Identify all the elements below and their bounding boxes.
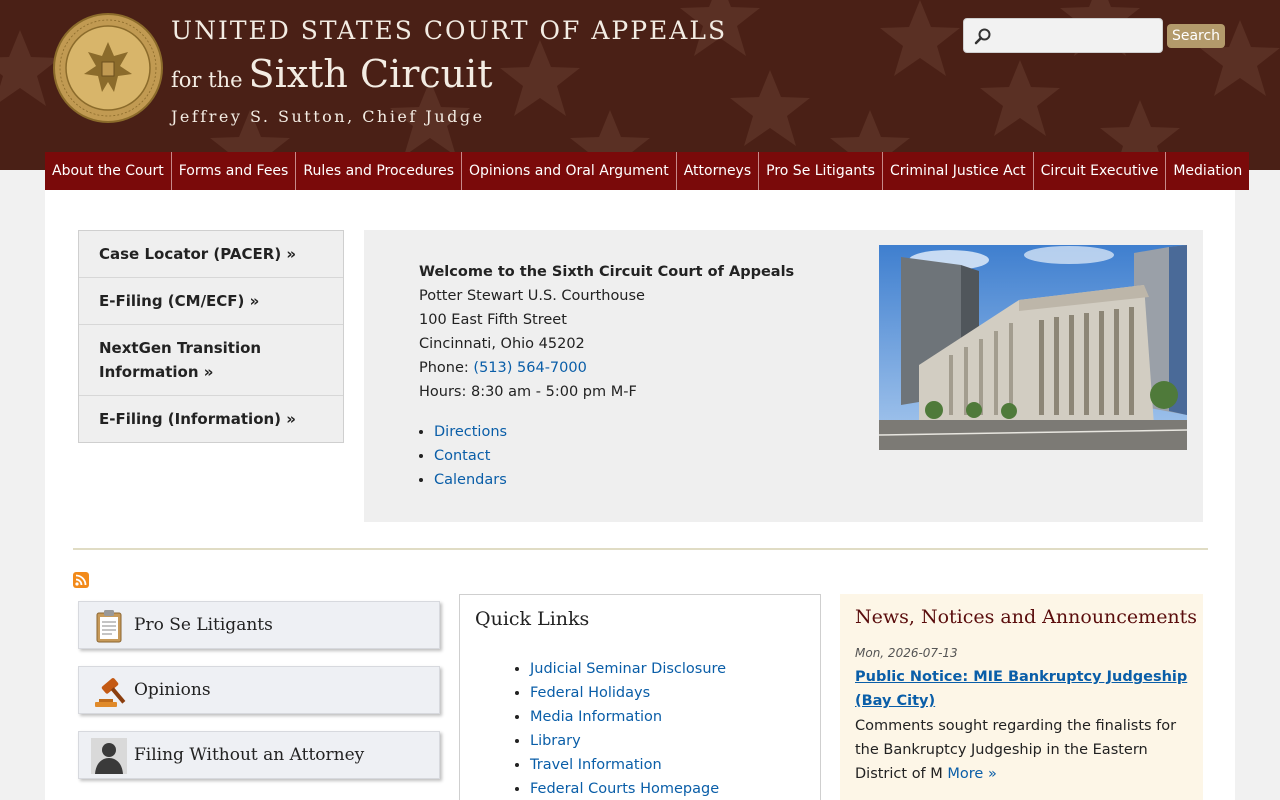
news-headline-link[interactable]: Public Notice: MIE Bankruptcy Judgeship … — [855, 665, 1190, 713]
news-panel: News, Notices and Announcements Mon, 202… — [840, 594, 1203, 800]
site-title-for-the: for the — [171, 68, 243, 92]
quick-access-menu: Case Locator (PACER) » E-Filing (CM/ECF)… — [78, 230, 344, 443]
filing-without-attorney-label: Filing Without an Attorney — [134, 745, 365, 765]
person-silhouette-icon — [91, 738, 127, 774]
court-address-block: Welcome to the Sixth Circuit Court of Ap… — [419, 260, 794, 404]
search-box[interactable] — [963, 18, 1163, 53]
nav-attorneys[interactable]: Attorneys — [677, 152, 760, 190]
media-information-link[interactable]: Media Information — [530, 709, 662, 725]
main-content: Case Locator (PACER) » E-Filing (CM/ECF)… — [45, 190, 1235, 800]
news-more-link[interactable]: More » — [947, 766, 996, 782]
e-filing-information-link[interactable]: E-Filing (Information) » — [79, 396, 343, 442]
e-filing-cm-ecf-link[interactable]: E-Filing (CM/ECF) » — [79, 278, 343, 325]
list-item: Library — [530, 729, 726, 753]
federal-holidays-link[interactable]: Federal Holidays — [530, 685, 650, 701]
quick-links-heading: Quick Links — [475, 608, 590, 630]
calendars-link[interactable]: Calendars — [434, 472, 507, 488]
list-item: Federal Courts Homepage — [530, 777, 726, 800]
site-title-line1: UNITED STATES COURT OF APPEALS — [171, 16, 728, 45]
contact-link[interactable]: Contact — [434, 448, 490, 464]
nav-pro-se-litigants[interactable]: Pro Se Litigants — [759, 152, 883, 190]
phone-label: Phone: — [419, 360, 474, 376]
list-item: Federal Holidays — [530, 681, 726, 705]
quick-links-panel: Quick Links Judicial Seminar Disclosure … — [459, 594, 821, 800]
site-title-line2: for the Sixth Circuit — [171, 52, 493, 96]
office-hours: Hours: 8:30 am - 5:00 pm M-F — [419, 384, 637, 400]
search-button[interactable]: Search — [1167, 24, 1225, 48]
gavel-icon — [95, 678, 126, 707]
case-locator-pacer-link[interactable]: Case Locator (PACER) » — [79, 231, 343, 278]
list-item: Contact — [434, 444, 507, 468]
phone-line: Phone: (513) 564-7000 — [419, 356, 794, 380]
nav-circuit-executive[interactable]: Circuit Executive — [1034, 152, 1167, 190]
list-item: Judicial Seminar Disclosure — [530, 657, 726, 681]
travel-information-link[interactable]: Travel Information — [530, 757, 662, 773]
search-icon — [974, 28, 991, 45]
nav-about-the-court[interactable]: About the Court — [45, 152, 172, 190]
search-input[interactable] — [996, 23, 1156, 49]
clipboard-icon — [96, 610, 122, 643]
section-divider — [73, 548, 1208, 550]
pro-se-litigants-button[interactable]: Pro Se Litigants — [78, 601, 440, 649]
news-summary: Comments sought regarding the finalists … — [855, 718, 1177, 782]
opinions-button[interactable]: Opinions — [78, 666, 440, 714]
news-heading: News, Notices and Announcements — [855, 606, 1198, 628]
site-title-sixth-circuit: Sixth Circuit — [248, 52, 493, 96]
nav-mediation[interactable]: Mediation — [1166, 152, 1249, 190]
welcome-links-list: Directions Contact Calendars — [434, 420, 507, 492]
chief-judge-name: Jeffrey S. Sutton, Chief Judge — [171, 107, 485, 126]
judicial-seminar-disclosure-link[interactable]: Judicial Seminar Disclosure — [530, 661, 726, 677]
filing-without-attorney-button[interactable]: Filing Without an Attorney — [78, 731, 440, 779]
city-state-zip: Cincinnati, Ohio 45202 — [419, 336, 585, 352]
nav-rules-and-procedures[interactable]: Rules and Procedures — [296, 152, 462, 190]
street-address: 100 East Fifth Street — [419, 312, 567, 328]
nextgen-transition-link[interactable]: NextGen Transition Information » — [79, 325, 343, 396]
main-navigation: About the Court Forms and Fees Rules and… — [45, 152, 1250, 190]
welcome-panel: Welcome to the Sixth Circuit Court of Ap… — [364, 230, 1203, 522]
quick-links-list: Judicial Seminar Disclosure Federal Holi… — [530, 657, 726, 800]
nav-forms-and-fees[interactable]: Forms and Fees — [172, 152, 297, 190]
library-link[interactable]: Library — [530, 733, 581, 749]
phone-link[interactable]: (513) 564-7000 — [473, 360, 586, 376]
court-seal-logo[interactable] — [52, 12, 164, 124]
pro-se-litigants-label: Pro Se Litigants — [134, 615, 273, 635]
site-header: UNITED STATES COURT OF APPEALS for the Si… — [0, 0, 1280, 170]
list-item: Calendars — [434, 468, 507, 492]
building-name: Potter Stewart U.S. Courthouse — [419, 288, 645, 304]
rss-feed-icon[interactable] — [73, 572, 89, 588]
welcome-title: Welcome to the Sixth Circuit Court of Ap… — [419, 264, 795, 280]
nav-opinions-and-oral-argument[interactable]: Opinions and Oral Argument — [462, 152, 677, 190]
federal-courts-homepage-link[interactable]: Federal Courts Homepage — [530, 781, 719, 797]
list-item: Directions — [434, 420, 507, 444]
list-item: Media Information — [530, 705, 726, 729]
news-date: Mon, 2026-07-13 — [855, 646, 958, 660]
opinions-label: Opinions — [134, 680, 211, 700]
list-item: Travel Information — [530, 753, 726, 777]
directions-link[interactable]: Directions — [434, 424, 507, 440]
nav-criminal-justice-act[interactable]: Criminal Justice Act — [883, 152, 1034, 190]
news-body: Comments sought regarding the finalists … — [855, 714, 1195, 786]
courthouse-photo — [879, 245, 1187, 450]
